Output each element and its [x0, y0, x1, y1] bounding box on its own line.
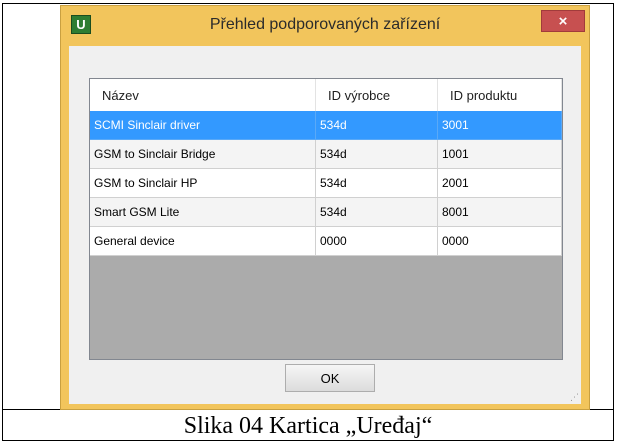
cell-product-id: 1001	[438, 140, 562, 169]
dialog-content: Název ID výrobce ID produktu SCMI Sincla…	[69, 46, 581, 404]
table-row[interactable]: SCMI Sinclair driver 534d 3001	[90, 111, 562, 140]
cell-name: Smart GSM Lite	[90, 198, 316, 227]
cell-vendor-id: 0000	[316, 227, 438, 256]
cell-name: GSM to Sinclair HP	[90, 169, 316, 198]
table-row[interactable]: GSM to Sinclair HP 534d 2001	[90, 169, 562, 198]
cell-name: General device	[90, 227, 316, 256]
cell-product-id: 2001	[438, 169, 562, 198]
cell-product-id: 8001	[438, 198, 562, 227]
column-header-vendor-id[interactable]: ID výrobce	[316, 79, 438, 111]
close-icon: ×	[558, 12, 568, 30]
ok-button[interactable]: OK	[285, 364, 375, 392]
table-row[interactable]: General device 0000 0000	[90, 227, 562, 256]
table-body: SCMI Sinclair driver 534d 3001 GSM to Si…	[90, 111, 562, 256]
cell-vendor-id: 534d	[316, 169, 438, 198]
cell-vendor-id: 534d	[316, 140, 438, 169]
figure-caption: Slika 04 Kartica „Uređaj“	[183, 412, 433, 439]
cell-product-id: 0000	[438, 227, 562, 256]
table-header: Název ID výrobce ID produktu	[90, 79, 562, 112]
table-row[interactable]: GSM to Sinclair Bridge 534d 1001	[90, 140, 562, 169]
dialog-window: U Přehled podporovaných zařízení × Název…	[60, 5, 590, 410]
cell-vendor-id: 534d	[316, 198, 438, 227]
devices-table[interactable]: Název ID výrobce ID produktu SCMI Sincla…	[89, 78, 563, 360]
resize-grip-icon[interactable]: ⋰	[569, 392, 579, 402]
table-row[interactable]: Smart GSM Lite 534d 8001	[90, 198, 562, 227]
cell-name: SCMI Sinclair driver	[90, 111, 316, 140]
close-button[interactable]: ×	[541, 10, 585, 32]
title-bar[interactable]: U Přehled podporovaných zařízení ×	[61, 6, 589, 46]
cell-product-id: 3001	[438, 111, 562, 140]
window-title: Přehled podporovaných zařízení	[209, 16, 441, 33]
column-header-product-id[interactable]: ID produktu	[438, 79, 562, 111]
cell-vendor-id: 534d	[316, 111, 438, 140]
cell-name: GSM to Sinclair Bridge	[90, 140, 316, 169]
column-header-name[interactable]: Název	[90, 79, 316, 111]
